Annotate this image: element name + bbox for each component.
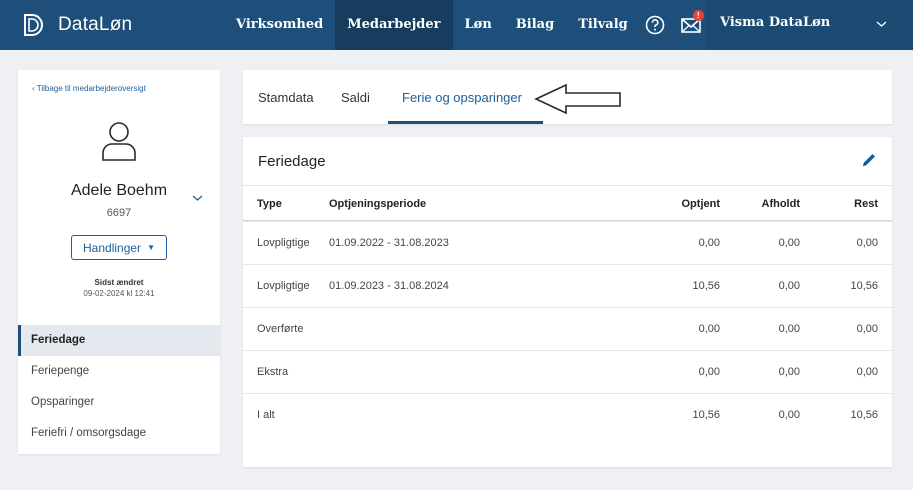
cell-afholdt: 0,00 <box>778 237 800 249</box>
sidebar-item-feriepenge[interactable]: Feriepenge <box>18 356 220 387</box>
cell-optjent: 0,00 <box>698 323 720 335</box>
tab-stamdata[interactable]: Stamdata <box>258 70 314 124</box>
cell-afholdt: 0,00 <box>778 366 800 378</box>
nav-bilag[interactable]: Bilag <box>504 0 566 50</box>
nav-medarbejder[interactable]: Medarbejder <box>335 0 453 50</box>
table-row: Overførte 0,00 0,00 0,00 <box>243 307 892 350</box>
account-name: Visma DataLøn <box>720 15 831 30</box>
help-circle-icon <box>645 15 665 35</box>
top-bar: DataLøn Virksomhed Medarbejder Løn Bilag… <box>0 0 913 50</box>
pencil-icon[interactable] <box>861 152 877 168</box>
cell-optjent: 0,00 <box>698 237 720 249</box>
logo[interactable]: DataLøn <box>20 10 132 40</box>
cell-afholdt: 0,00 <box>778 280 800 292</box>
cell-type: Lovpligtige <box>257 237 310 249</box>
cell-type: I alt <box>257 409 275 421</box>
column-header-rest: Rest <box>854 198 878 210</box>
last-changed-value: 09-02-2024 kl 12:41 <box>83 289 155 298</box>
cell-type: Ekstra <box>257 366 289 378</box>
chevron-down-icon <box>876 21 887 27</box>
cell-period: 01.09.2023 - 31.08.2024 <box>329 280 449 292</box>
tab-saldi[interactable]: Saldi <box>341 70 370 124</box>
mail-badge: ! <box>692 10 704 21</box>
cell-period: 01.09.2022 - 31.08.2023 <box>329 237 449 249</box>
nav-tilvalg[interactable]: Tilvalg <box>566 0 640 50</box>
caret-down-icon: ▼ <box>147 243 155 252</box>
column-header-optjent: Optjent <box>681 198 721 210</box>
cell-rest: 10,56 <box>850 280 878 292</box>
chevron-left-icon: ‹ <box>32 84 35 93</box>
cell-afholdt: 0,00 <box>778 323 800 335</box>
cell-optjent: 0,00 <box>698 366 720 378</box>
nav-virksomhed[interactable]: Virksomhed <box>224 0 335 50</box>
sidebar-item-opsparinger[interactable]: Opsparinger <box>18 387 220 418</box>
messages-button[interactable]: ! <box>676 0 706 50</box>
cell-optjent: 10,56 <box>692 280 720 292</box>
feriedage-card: Feriedage Type Optjeningsperiode Optjent… <box>243 137 892 467</box>
cell-rest: 0,00 <box>856 237 878 249</box>
nav-lon[interactable]: Løn <box>453 0 504 50</box>
column-header-type: Type <box>257 198 282 210</box>
employee-switch-chevron-icon[interactable] <box>192 194 203 202</box>
back-to-employee-list-link[interactable]: ‹ Tilbage til medarbejderoversigt <box>32 84 146 93</box>
last-changed-label: Sidst ændret <box>94 278 144 287</box>
employee-name: Adele Boehm <box>70 182 168 199</box>
tab-bar: Stamdata Saldi Ferie og opsparinger <box>243 70 892 124</box>
cell-rest: 0,00 <box>856 366 878 378</box>
user-avatar-icon <box>102 122 136 161</box>
table-row: Lovpligtige 01.09.2023 - 31.08.2024 10,5… <box>243 264 892 307</box>
actions-label: Handlinger <box>83 240 142 255</box>
account-menu[interactable]: Visma DataLøn <box>706 0 913 50</box>
sidebar-item-feriedage[interactable]: Feriedage <box>18 325 220 356</box>
feriedage-table: Type Optjeningsperiode Optjent Afholdt R… <box>243 185 892 436</box>
cell-type: Overførte <box>257 323 304 335</box>
logo-text: DataLøn <box>58 14 133 35</box>
cell-optjent: 10,56 <box>692 409 720 421</box>
datalon-logo-icon <box>24 14 43 36</box>
cell-rest: 0,00 <box>856 323 878 335</box>
sidebar-menu: Feriedage Feriepenge Opsparinger Feriefr… <box>18 325 220 449</box>
card-title: Feriedage <box>258 153 326 170</box>
help-button[interactable] <box>640 0 670 50</box>
employee-number: 6697 <box>106 207 132 219</box>
employee-sidebar: ‹ Tilbage til medarbejderoversigt Adele … <box>18 70 220 454</box>
actions-dropdown-button[interactable]: Handlinger ▼ <box>71 235 167 260</box>
column-header-period: Optjeningsperiode <box>329 198 427 210</box>
tab-ferie-og-opsparinger[interactable]: Ferie og opsparinger <box>402 70 522 124</box>
active-tab-indicator <box>388 121 543 124</box>
cell-rest: 10,56 <box>850 409 878 421</box>
column-header-afholdt: Afholdt <box>761 198 800 210</box>
back-link-label: Tilbage til medarbejderoversigt <box>36 84 146 93</box>
table-header-row: Type Optjeningsperiode Optjent Afholdt R… <box>243 185 892 221</box>
table-row-total: I alt 10,56 0,00 10,56 <box>243 393 892 436</box>
cell-afholdt: 0,00 <box>778 409 800 421</box>
table-row: Ekstra 0,00 0,00 0,00 <box>243 350 892 393</box>
main-nav: Virksomhed Medarbejder Løn Bilag Tilvalg… <box>224 0 742 50</box>
arrow-left-outline-icon <box>534 83 621 115</box>
table-row: Lovpligtige 01.09.2022 - 31.08.2023 0,00… <box>243 221 892 264</box>
sidebar-item-feriefri-omsorgsdage[interactable]: Feriefri / omsorgsdage <box>18 418 220 449</box>
cell-type: Lovpligtige <box>257 280 310 292</box>
